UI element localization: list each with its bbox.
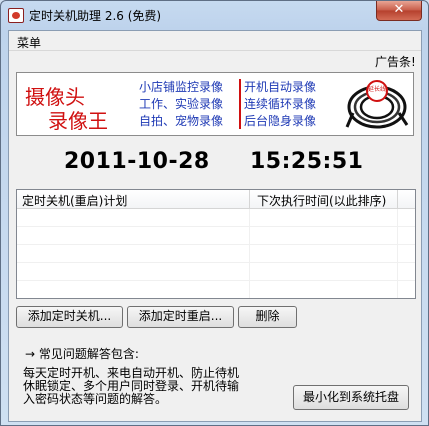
- column-header-next-run[interactable]: 下次执行时间(以此排序): [257, 192, 386, 209]
- title-bar[interactable]: 定时关机助理 2.6 (免费) ✕: [1, 1, 428, 29]
- ad-feature: 小店铺监控录像: [139, 80, 224, 94]
- ad-feature: 连续循环录像: [244, 97, 317, 111]
- grid-line: [397, 209, 398, 298]
- menu-item-main[interactable]: 菜单: [17, 34, 41, 51]
- column-divider[interactable]: [397, 190, 398, 208]
- schedule-list[interactable]: 定时关机(重启)计划 下次执行时间(以此排序): [16, 189, 416, 299]
- grid-line: [17, 226, 415, 227]
- column-header-plan[interactable]: 定时关机(重启)计划: [22, 192, 127, 209]
- ad-feature: 后台隐身录像: [244, 114, 317, 128]
- ad-headline-2: 录像王: [48, 109, 108, 133]
- ad-feature: 自拍、宠物录像: [139, 114, 224, 128]
- current-time: 15:25:51: [250, 149, 364, 174]
- column-divider[interactable]: [249, 190, 250, 208]
- window-title: 定时关机助理 2.6 (免费): [29, 9, 162, 23]
- grid-line: [249, 209, 250, 298]
- minimize-to-tray-button[interactable]: 最小化到系统托盘: [293, 385, 409, 410]
- delete-button[interactable]: 删除: [238, 306, 297, 328]
- ad-banner[interactable]: 摄像头 录像王 小店铺监控录像 工作、实验录像 自拍、宠物录像 开机自动录像 连…: [16, 72, 414, 136]
- cable-image: 延长线: [345, 80, 409, 129]
- ad-feature-list-1: 小店铺监控录像 工作、实验录像 自拍、宠物录像: [139, 79, 238, 130]
- close-icon: ✕: [393, 2, 405, 17]
- client-area: 菜单 广告条! 摄像头 录像王 小店铺监控录像 工作、实验录像 自拍、宠物录像 …: [8, 30, 422, 422]
- close-button[interactable]: ✕: [376, 1, 422, 21]
- ad-feature-list-2: 开机自动录像 连续循环录像 后台隐身录像: [244, 79, 344, 130]
- app-window: 定时关机助理 2.6 (免费) ✕ 菜单 广告条! 摄像头 录像王 小店铺监控录…: [0, 0, 429, 426]
- grid-line: [17, 280, 415, 281]
- faq-title: → 常见问题解答包含:: [25, 347, 139, 361]
- add-shutdown-button[interactable]: 添加定时关机...: [16, 306, 123, 328]
- app-icon: [8, 8, 24, 23]
- grid-line: [17, 262, 415, 263]
- grid-line: [17, 244, 415, 245]
- ad-label: 广告条!: [375, 55, 416, 69]
- cable-badge-char: 延长线: [368, 85, 386, 93]
- current-date: 2011-10-28: [64, 149, 210, 174]
- faq-line: 入密码状态等问题的解答。: [23, 392, 168, 406]
- ad-feature: 工作、实验录像: [139, 97, 224, 111]
- ad-feature: 开机自动录像: [244, 80, 317, 94]
- menu-bar: 菜单: [9, 31, 421, 51]
- schedule-list-header: 定时关机(重启)计划 下次执行时间(以此排序): [17, 190, 415, 209]
- ad-divider: [239, 79, 241, 129]
- add-restart-button[interactable]: 添加定时重启...: [127, 306, 234, 328]
- faq-body: 每天定时开机、来电自动开机、防止待机 休眠锁定、多个用户同时登录、开机待输 入密…: [23, 367, 259, 406]
